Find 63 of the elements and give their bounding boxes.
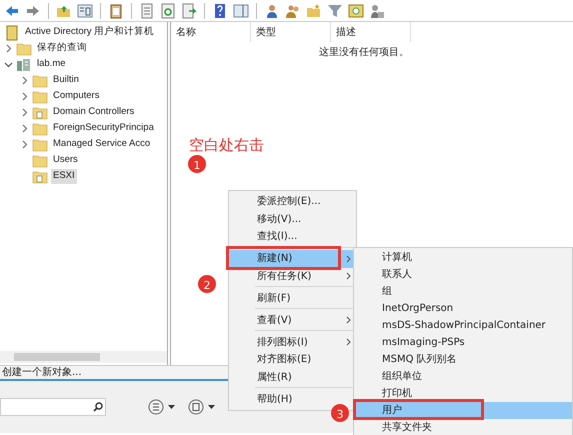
menu-item[interactable]: 属性(R) <box>229 368 356 386</box>
menu-item[interactable]: 组织单位 <box>354 368 572 385</box>
step-marker: 1 <box>188 155 206 173</box>
directory-icon <box>4 24 20 40</box>
delegate-button[interactable] <box>369 2 385 18</box>
annotation-text: 空白处右击 <box>189 135 264 156</box>
clipboard-button[interactable] <box>108 2 124 18</box>
console-tree-button[interactable] <box>77 2 93 18</box>
folder-icon <box>16 40 32 56</box>
menu-item[interactable]: msDS-ShadowPrincipalContainer <box>354 317 572 334</box>
folder-icon <box>32 168 48 184</box>
help-button[interactable] <box>212 2 228 18</box>
view-dropdown-button[interactable] <box>148 399 178 415</box>
folder-icon <box>32 136 48 152</box>
tree-item[interactable]: Active Directory 用户和计算机 <box>23 25 156 40</box>
action-pane-button[interactable] <box>233 2 249 18</box>
tree-item[interactable]: ForeignSecurityPrincipa <box>51 121 156 136</box>
menu-item[interactable]: 委派控制(E)... <box>229 193 356 210</box>
filter-button[interactable] <box>327 2 343 18</box>
tree-item[interactable]: Computers <box>51 89 102 104</box>
menu-item[interactable]: 对齐图标(E) <box>229 351 356 368</box>
folder-icon <box>32 72 48 88</box>
search-field[interactable] <box>0 398 106 416</box>
menu-item[interactable]: msImaging-PSPs <box>354 334 572 351</box>
menu-item[interactable]: 移动(V)... <box>229 210 356 228</box>
tree-item[interactable]: Domain Controllers <box>51 105 136 120</box>
menu-item[interactable]: 共享文件夹 <box>354 419 572 435</box>
menu-item[interactable]: MSMQ 队列别名 <box>354 351 572 368</box>
folder-icon <box>32 104 48 120</box>
menu-item[interactable]: 打印机 <box>354 385 572 402</box>
tree-item[interactable]: Builtin <box>51 73 81 88</box>
column-header[interactable]: 名称 <box>171 22 251 42</box>
domain-icon <box>16 56 32 72</box>
status-text: 创建一个新对象... <box>2 366 82 380</box>
menu-item[interactable]: 查找(I)... <box>229 228 356 246</box>
folder-icon <box>32 120 48 136</box>
menu-item[interactable]: 联系人 <box>354 266 572 283</box>
folder-icon <box>32 152 48 168</box>
column-header[interactable]: 类型 <box>251 22 331 42</box>
save-dropdown-button[interactable] <box>188 399 218 415</box>
tree-item[interactable]: lab.me <box>35 57 68 72</box>
empty-message: 这里没有任何项目。 <box>319 46 409 58</box>
folder-icon <box>32 88 48 104</box>
menu-item[interactable]: InetOrgPerson <box>354 300 572 317</box>
users-button[interactable] <box>285 2 301 18</box>
properties-button[interactable] <box>139 2 155 18</box>
column-header[interactable]: 描述 <box>331 22 411 42</box>
menu-item[interactable]: 组 <box>354 283 572 300</box>
menu-item[interactable]: 计算机 <box>354 249 572 266</box>
refresh-button[interactable] <box>160 2 176 18</box>
tree-item[interactable]: Users <box>51 153 80 168</box>
tree-item[interactable]: Managed Service Acco <box>51 137 152 152</box>
find-button[interactable] <box>348 2 364 18</box>
folder-star-button[interactable] <box>306 2 322 18</box>
menu-item[interactable]: 用户 <box>354 402 572 419</box>
menu-item[interactable]: 所有任务(K) <box>229 268 356 285</box>
horizontal-scrollbar[interactable] <box>0 351 167 363</box>
step-marker: 2 <box>198 275 216 293</box>
user-button[interactable] <box>264 2 280 18</box>
tree-item[interactable]: ESXI <box>51 169 77 184</box>
export-list-button[interactable] <box>181 2 197 18</box>
search-icon <box>92 402 102 412</box>
tree-item[interactable]: 保存的查询 <box>35 41 89 56</box>
